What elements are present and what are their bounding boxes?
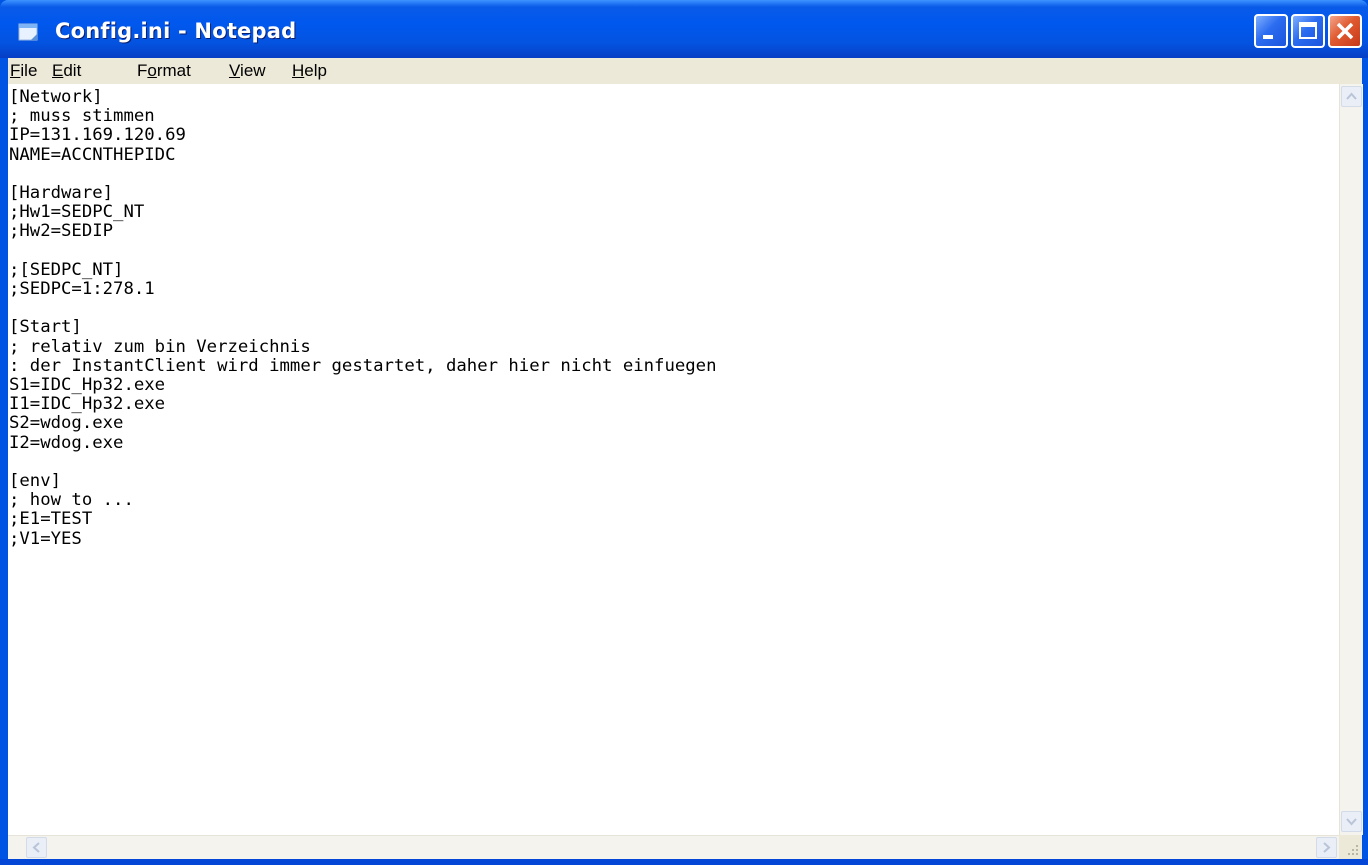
arrow-down-icon xyxy=(1346,818,1357,826)
menu-edit[interactable]: Edit xyxy=(52,61,81,81)
scroll-right-button[interactable] xyxy=(1316,837,1337,858)
title-bar[interactable]: Config.ini - Notepad xyxy=(0,0,1368,58)
menu-help[interactable]: Help xyxy=(292,61,327,81)
notepad-window: Config.ini - Notepad File Edit Format Vi… xyxy=(0,0,1368,865)
menu-format[interactable]: Format xyxy=(137,61,191,81)
resize-grip[interactable] xyxy=(1339,835,1362,859)
scroll-left-button[interactable] xyxy=(26,837,47,858)
horizontal-scrollbar[interactable] xyxy=(8,835,1339,860)
text-editor[interactable]: [Network] ; muss stimmen IP=131.169.120.… xyxy=(8,84,1339,835)
menu-bar: File Edit Format View Help xyxy=(8,58,1362,84)
close-icon xyxy=(1336,22,1354,40)
maximize-icon xyxy=(1299,22,1317,39)
close-button[interactable] xyxy=(1328,14,1362,48)
menu-view[interactable]: View xyxy=(229,61,266,81)
menu-file[interactable]: File xyxy=(10,61,37,81)
minimize-icon xyxy=(1263,35,1273,39)
window-bottom-border xyxy=(0,859,1368,865)
arrow-left-icon xyxy=(32,842,40,853)
maximize-button[interactable] xyxy=(1291,14,1325,48)
arrow-up-icon xyxy=(1346,92,1357,100)
document-text[interactable]: [Network] ; muss stimmen IP=131.169.120.… xyxy=(8,84,1339,549)
notepad-icon[interactable] xyxy=(18,22,40,42)
scroll-up-button[interactable] xyxy=(1341,86,1362,107)
scroll-down-button[interactable] xyxy=(1341,811,1362,832)
resize-grip-icon xyxy=(1348,845,1358,855)
vertical-scrollbar[interactable] xyxy=(1339,84,1363,835)
window-title: Config.ini - Notepad xyxy=(55,19,297,43)
arrow-right-icon xyxy=(1323,842,1331,853)
minimize-button[interactable] xyxy=(1254,14,1288,48)
